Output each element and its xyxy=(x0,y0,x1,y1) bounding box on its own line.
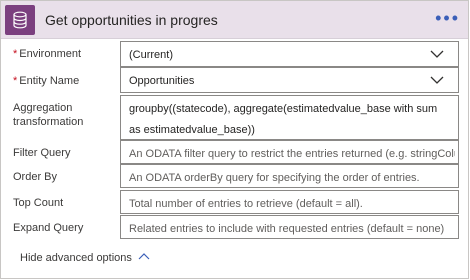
filter-query-input[interactable]: An ODATA filter query to restrict the en… xyxy=(120,140,459,164)
filter-query-label: Filter Query xyxy=(13,147,71,159)
top-count-input[interactable]: Total number of entries to retrieve (def… xyxy=(120,190,459,214)
aggregation-input[interactable]: groupby((statecode), aggregate(estimated… xyxy=(120,95,459,140)
hide-advanced-options-button[interactable]: Hide advanced options xyxy=(20,251,150,264)
expand-query-placeholder: Related entries to include with requeste… xyxy=(129,223,445,235)
required-mark: * xyxy=(13,75,18,87)
expand-query-input[interactable]: Related entries to include with requeste… xyxy=(120,215,459,239)
chevron-down-icon xyxy=(430,73,444,90)
order-by-placeholder: An ODATA orderBy query for specifying th… xyxy=(129,172,420,184)
aggregation-value: groupby((statecode), aggregate(estimated… xyxy=(129,103,438,136)
filter-query-placeholder: An ODATA filter query to restrict the en… xyxy=(129,148,455,160)
action-card: Get opportunities in progres ••• * Enviro… xyxy=(0,0,469,279)
top-count-label: Top Count xyxy=(13,197,64,209)
environment-label-text: Environment xyxy=(19,48,82,60)
top-count-placeholder: Total number of entries to retrieve (def… xyxy=(129,198,363,210)
action-title: Get opportunities in progres xyxy=(45,12,218,28)
chevron-up-icon xyxy=(138,251,150,264)
entity-name-dropdown[interactable]: Opportunities xyxy=(120,67,459,93)
expand-query-label: Expand Query xyxy=(13,222,84,234)
more-options-icon[interactable]: ••• xyxy=(435,8,460,29)
entity-name-label-text: Entity Name xyxy=(19,75,80,87)
required-mark: * xyxy=(13,48,18,60)
entity-name-label: * Entity Name xyxy=(13,74,79,88)
aggregation-label: Aggregation transformation xyxy=(13,102,84,128)
order-by-label: Order By xyxy=(13,171,58,183)
environment-label: * Environment xyxy=(13,47,81,61)
database-icon xyxy=(5,5,35,35)
entity-name-value: Opportunities xyxy=(129,75,195,87)
order-by-input[interactable]: An ODATA orderBy query for specifying th… xyxy=(120,164,459,188)
action-header[interactable]: Get opportunities in progres ••• xyxy=(1,1,468,39)
chevron-down-icon xyxy=(430,47,444,64)
environment-value: (Current) xyxy=(129,49,174,61)
environment-dropdown[interactable]: (Current) xyxy=(120,41,459,67)
hide-advanced-options-label: Hide advanced options xyxy=(20,251,132,264)
